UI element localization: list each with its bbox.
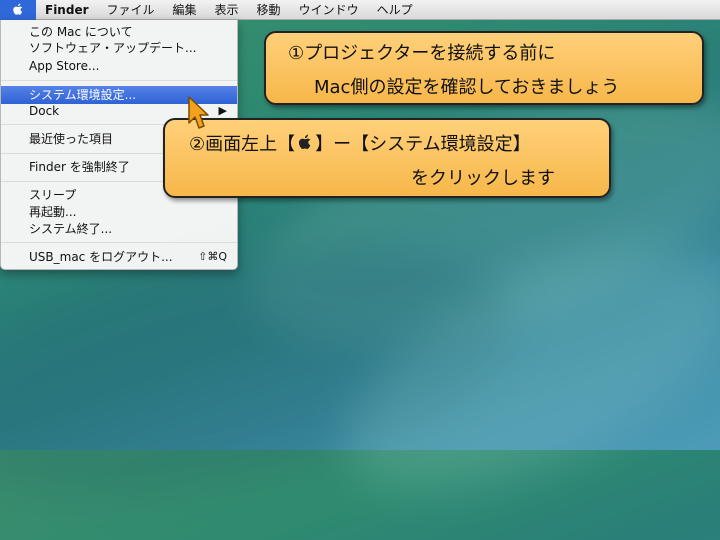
menu-finder[interactable]: Finder: [36, 0, 98, 20]
callout-step-2-line-2: をクリックします: [411, 168, 555, 189]
menu-item-software-update[interactable]: ソフトウェア・アップデート...: [1, 39, 237, 57]
menu-separator: [1, 80, 237, 81]
callout-step-2-line-1: ②画面左上【 】ー【システム環境設定】: [189, 130, 531, 156]
menu-view[interactable]: 表示: [206, 0, 248, 20]
apple-menu-button[interactable]: [0, 0, 36, 20]
menu-edit[interactable]: 編集: [164, 0, 206, 20]
menu-item-shut-down[interactable]: システム終了...: [1, 220, 237, 238]
pointer-cursor-icon: [188, 96, 209, 129]
callout-step-2-prefix: ②画面左上【: [189, 134, 296, 155]
menu-item-log-out[interactable]: USB_mac をログアウト... ⇧⌘Q: [1, 248, 237, 266]
callout-step-2-suffix: 】ー【システム環境設定】: [315, 134, 531, 155]
menu-bar: Finder ファイル 編集 表示 移動 ウインドウ ヘルプ: [0, 0, 720, 20]
log-out-shortcut: ⇧⌘Q: [198, 250, 227, 263]
callout-step-1-line-1: ①プロジェクターを接続する前に: [288, 43, 556, 64]
menu-item-log-out-label: USB_mac をログアウト...: [29, 250, 173, 264]
menu-item-restart[interactable]: 再起動...: [1, 203, 237, 221]
callout-step-1-line-2: Mac側の設定を確認しておきましょう: [314, 77, 620, 98]
callout-step-2: ②画面左上【 】ー【システム環境設定】 をクリックします: [163, 118, 611, 198]
menu-item-app-store[interactable]: App Store...: [1, 57, 237, 75]
menu-go[interactable]: 移動: [248, 0, 290, 20]
apple-icon: [13, 3, 23, 15]
callout-step-1: ①プロジェクターを接続する前に Mac側の設定を確認しておきましょう: [264, 31, 704, 105]
menu-file[interactable]: ファイル: [98, 0, 164, 20]
menu-window[interactable]: ウインドウ: [290, 0, 368, 20]
menu-help[interactable]: ヘルプ: [368, 0, 422, 20]
menu-separator: [1, 242, 237, 243]
apple-icon: [299, 134, 311, 150]
menu-item-dock-label: Dock: [29, 104, 60, 118]
